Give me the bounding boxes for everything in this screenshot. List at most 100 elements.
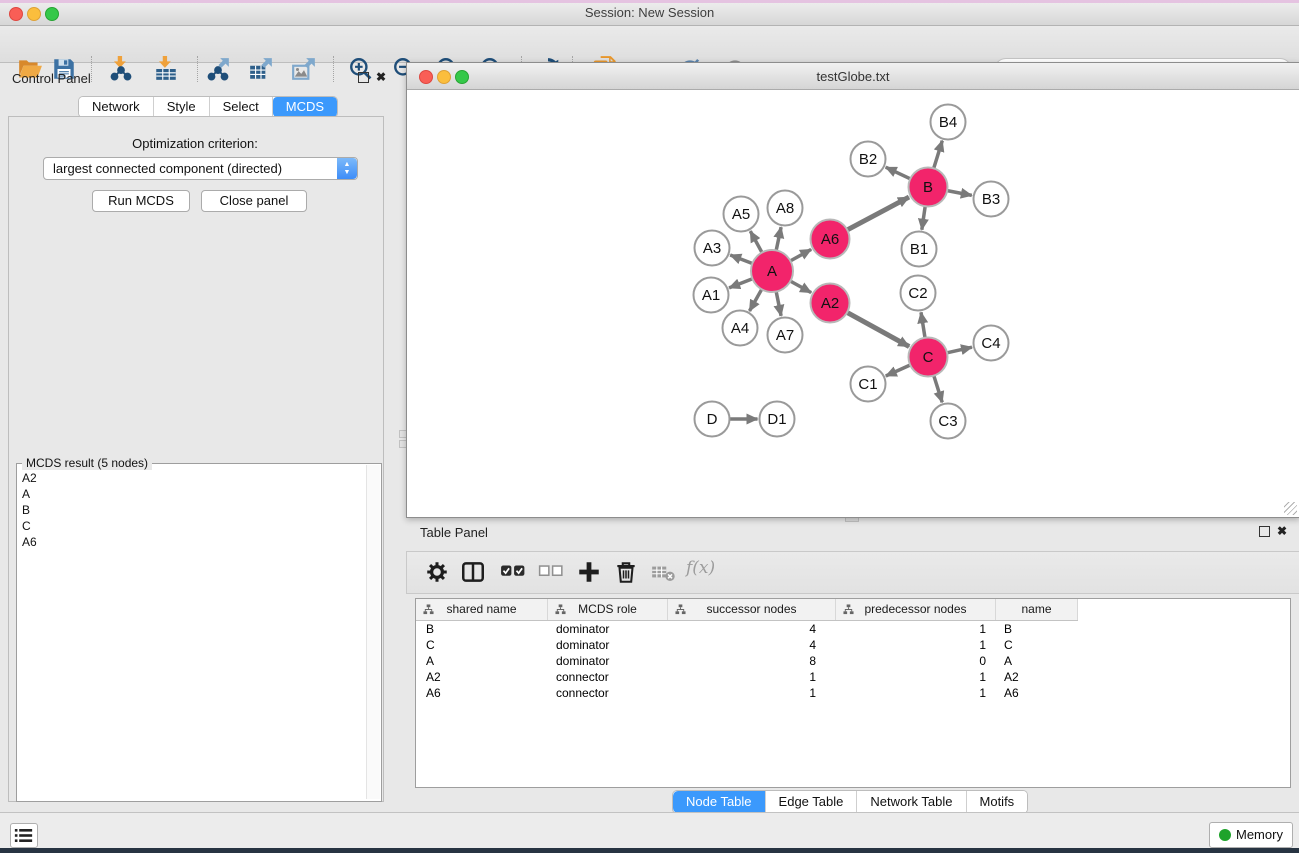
- cell-successor-nodes[interactable]: 4: [668, 637, 836, 653]
- graph-edge-C-C2[interactable]: [921, 312, 925, 337]
- cell-predecessor-nodes[interactable]: 1: [836, 685, 996, 701]
- cell-successor-nodes[interactable]: 4: [668, 621, 836, 637]
- graph-edge-A-A1[interactable]: [729, 279, 752, 288]
- show-panels-list-button[interactable]: [10, 823, 38, 848]
- graph-node-A1[interactable]: A1: [694, 278, 729, 313]
- graph-node-A5[interactable]: A5: [724, 197, 759, 232]
- graph-node-D[interactable]: D: [695, 402, 730, 437]
- graph-node-C2[interactable]: C2: [901, 276, 936, 311]
- graph-node-B2[interactable]: B2: [851, 142, 886, 177]
- graph-node-A7[interactable]: A7: [768, 318, 803, 353]
- cell-shared-name[interactable]: C: [416, 637, 548, 653]
- cell-successor-nodes[interactable]: 8: [668, 653, 836, 669]
- cell-predecessor-nodes[interactable]: 1: [836, 669, 996, 685]
- cell-predecessor-nodes[interactable]: 1: [836, 637, 996, 653]
- graph-edge-B-B2[interactable]: [886, 167, 911, 179]
- tab-network[interactable]: Network: [79, 97, 154, 117]
- control-panel-close-button[interactable]: ✖: [376, 71, 386, 83]
- export-network-icon[interactable]: [205, 56, 231, 82]
- graph-edge-B-B1[interactable]: [922, 206, 925, 229]
- tab-select[interactable]: Select: [210, 97, 273, 117]
- close-panel-button[interactable]: Close panel: [201, 190, 307, 212]
- cell-shared-name[interactable]: A: [416, 653, 548, 669]
- table-row-B[interactable]: Bdominator41B: [416, 621, 1078, 637]
- cell-name[interactable]: B: [996, 621, 1078, 637]
- graph-edge-A-A7[interactable]: [776, 292, 781, 316]
- graph-node-D1[interactable]: D1: [760, 402, 795, 437]
- table-panel-float-button[interactable]: [1259, 526, 1270, 539]
- cell-predecessor-nodes[interactable]: 1: [836, 621, 996, 637]
- show-columns-icon[interactable]: [460, 559, 486, 585]
- cell-MCDS-role[interactable]: connector: [548, 669, 668, 685]
- export-image-icon[interactable]: [291, 56, 317, 82]
- column-header-successor-nodes[interactable]: successor nodes: [668, 599, 836, 620]
- network-canvas[interactable]: B4B2BB3A5A8A6B1A3AC2A1A2A4A7C4CC1C3DD1: [407, 90, 1297, 516]
- graph-edge-A-A6[interactable]: [790, 249, 811, 261]
- graph-edge-B-B3[interactable]: [947, 191, 972, 196]
- table-row-A2[interactable]: A2connector11A2: [416, 669, 1078, 685]
- graph-node-B1[interactable]: B1: [902, 232, 937, 267]
- graph-edge-C-C1[interactable]: [886, 365, 910, 376]
- network-window-titlebar[interactable]: testGlobe.txt: [407, 63, 1299, 90]
- deselect-all-icon[interactable]: [538, 559, 564, 585]
- column-header-MCDS-role[interactable]: MCDS role: [548, 599, 668, 620]
- table-row-A[interactable]: Adominator80A: [416, 653, 1078, 669]
- graph-edge-A-A2[interactable]: [790, 281, 811, 293]
- graph-node-A[interactable]: A: [751, 250, 793, 292]
- mcds-result-item[interactable]: B: [22, 502, 37, 518]
- mcds-result-item[interactable]: C: [22, 518, 37, 534]
- tab-style[interactable]: Style: [154, 97, 210, 117]
- cell-shared-name[interactable]: B: [416, 621, 548, 637]
- cell-MCDS-role[interactable]: dominator: [548, 621, 668, 637]
- graph-edge-A2-C[interactable]: [847, 312, 909, 346]
- result-scrollbar[interactable]: [366, 465, 380, 799]
- run-mcds-button[interactable]: Run MCDS: [92, 190, 190, 212]
- cell-shared-name[interactable]: A2: [416, 669, 548, 685]
- cell-successor-nodes[interactable]: 1: [668, 685, 836, 701]
- mcds-result-item[interactable]: A6: [22, 534, 37, 550]
- graph-node-B3[interactable]: B3: [974, 182, 1009, 217]
- cell-MCDS-role[interactable]: connector: [548, 685, 668, 701]
- settings-gear-icon[interactable]: [424, 559, 450, 585]
- cell-MCDS-role[interactable]: dominator: [548, 637, 668, 653]
- mcds-result-item[interactable]: A2: [22, 470, 37, 486]
- control-panel-float-button[interactable]: [358, 72, 369, 85]
- delete-icon[interactable]: [613, 559, 639, 585]
- export-table-icon[interactable]: [248, 56, 274, 82]
- add-column-icon[interactable]: [576, 559, 602, 585]
- cell-name[interactable]: A6: [996, 685, 1078, 701]
- cell-predecessor-nodes[interactable]: 0: [836, 653, 996, 669]
- column-header-shared-name[interactable]: shared name: [416, 599, 548, 620]
- graph-edge-A-A3[interactable]: [730, 255, 752, 264]
- graph-node-C4[interactable]: C4: [974, 326, 1009, 361]
- graph-node-C3[interactable]: C3: [931, 404, 966, 439]
- table-row-A6[interactable]: A6connector11A6: [416, 685, 1078, 701]
- graph-edge-A-A4[interactable]: [750, 289, 762, 311]
- table-panel-close-button[interactable]: ✖: [1277, 525, 1287, 537]
- window-resize-grip[interactable]: [1284, 502, 1297, 515]
- tab-motifs[interactable]: Motifs: [967, 791, 1028, 813]
- graph-edge-A6-B[interactable]: [847, 197, 909, 230]
- graph-edge-A-A5[interactable]: [750, 231, 762, 253]
- graph-node-C1[interactable]: C1: [851, 367, 886, 402]
- graph-node-C[interactable]: C: [909, 338, 948, 377]
- graph-node-B[interactable]: B: [909, 168, 948, 207]
- tab-edge-table[interactable]: Edge Table: [766, 791, 858, 813]
- graph-node-A8[interactable]: A8: [768, 191, 803, 226]
- tab-mcds[interactable]: MCDS: [273, 97, 337, 117]
- graph-edge-A-A8[interactable]: [776, 227, 781, 250]
- tab-node-table[interactable]: Node Table: [673, 791, 766, 813]
- select-all-icon[interactable]: [500, 559, 526, 585]
- graph-node-A2[interactable]: A2: [811, 284, 850, 323]
- table-row-C[interactable]: Cdominator41C: [416, 637, 1078, 653]
- column-header-name[interactable]: name: [996, 599, 1078, 620]
- mcds-result-item[interactable]: A: [22, 486, 37, 502]
- graph-node-B4[interactable]: B4: [931, 105, 966, 140]
- graph-node-A6[interactable]: A6: [811, 220, 850, 259]
- memory-button[interactable]: Memory: [1209, 822, 1293, 848]
- cell-MCDS-role[interactable]: dominator: [548, 653, 668, 669]
- cell-name[interactable]: A: [996, 653, 1078, 669]
- graph-node-A3[interactable]: A3: [695, 231, 730, 266]
- cell-name[interactable]: A2: [996, 669, 1078, 685]
- import-table-icon[interactable]: [153, 56, 179, 82]
